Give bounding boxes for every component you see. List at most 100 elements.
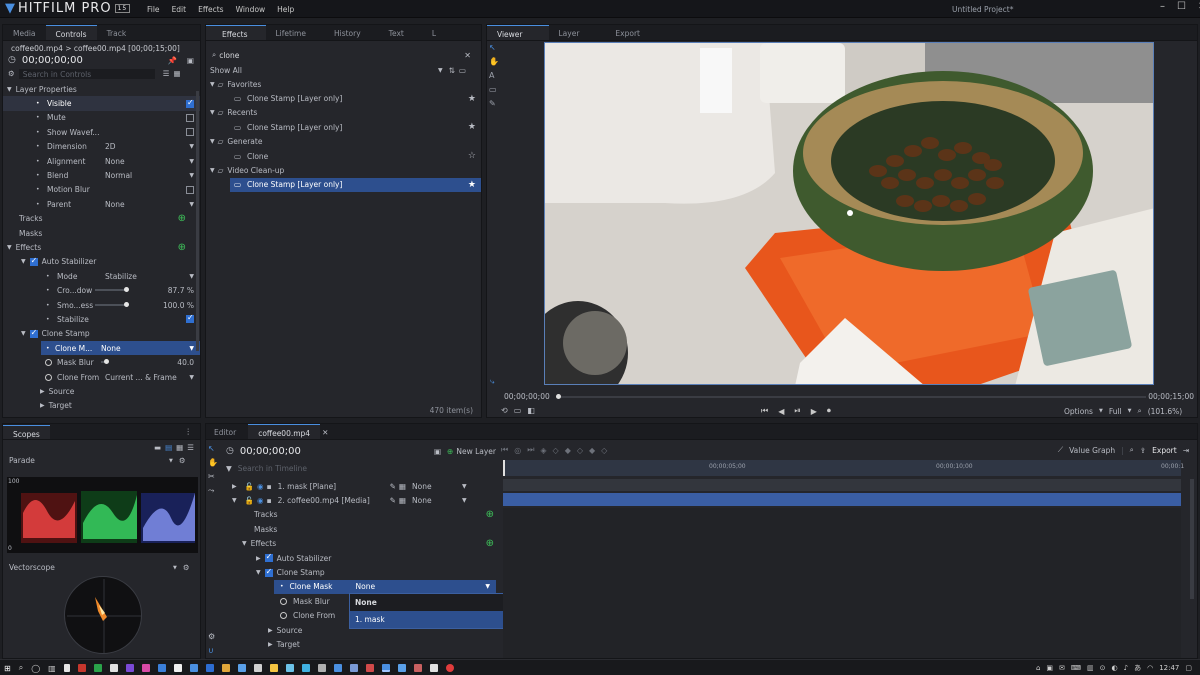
vectorscope-dropdown[interactable]: Vectorscope [9, 563, 173, 572]
value-graph-button[interactable]: Value Graph [1069, 446, 1115, 455]
panel-toggle-icon[interactable]: ▣ [187, 56, 194, 65]
layout-list-icon[interactable]: ☰ [187, 443, 194, 452]
auto-stabilizer-checkbox[interactable] [264, 552, 273, 563]
star-outline-icon[interactable]: ☆ [468, 151, 476, 161]
clone-mask-row[interactable]: • Clone M... None ▼ [41, 341, 200, 356]
folder-icon[interactable]: ▭ [459, 66, 466, 75]
dropdown-arrow-icon[interactable]: ▼ [438, 67, 443, 74]
radio-icon[interactable] [280, 597, 287, 605]
timeline-search-input[interactable]: Search in Timeline [238, 464, 307, 473]
effects-row[interactable]: ▼ Effects ⊕ [3, 240, 200, 254]
zoom-icon[interactable]: ⌕ [1138, 406, 1142, 416]
tracks-row[interactable]: Tracks ⊕ [3, 212, 200, 226]
layer-row[interactable]: ▶ 🔓 ◉ ▪ 1. mask [Plane] ✎ ▦ None ▼ [226, 479, 496, 493]
clone-mask-row[interactable]: • Clone Mask None ▼ [274, 579, 496, 595]
app-icon[interactable] [237, 664, 246, 672]
mute-checkbox[interactable] [186, 113, 194, 122]
dropdown-option-none[interactable]: None [350, 594, 509, 611]
effect-item[interactable]: ▭ Clone ☆ [206, 149, 481, 163]
export-button[interactable]: Export [1152, 446, 1177, 455]
eye-icon[interactable]: ◉ [257, 482, 264, 491]
app-icon[interactable] [205, 664, 214, 672]
tab-history[interactable]: History [324, 25, 379, 40]
marker-icon[interactable]: ◇ [553, 446, 559, 455]
app-icon[interactable] [141, 664, 150, 672]
tab-track[interactable]: Track [97, 25, 137, 40]
target-row[interactable]: ▶ Target [226, 637, 496, 651]
auto-stabilizer-row[interactable]: ▼Auto Stabilizer [3, 255, 200, 269]
timecode[interactable]: 00;00;00;00 [22, 55, 83, 66]
windows-start-icon[interactable]: ⊞ [4, 664, 11, 673]
taskview-grid-icon[interactable]: ▥ [48, 664, 56, 673]
prop-show-waveform[interactable]: • Show Wavef... [3, 125, 200, 139]
motion-blur-checkbox[interactable] [186, 185, 194, 194]
menu-edit[interactable]: Edit [172, 5, 187, 14]
prop-blend[interactable]: • Blend Normal ▼ [3, 168, 200, 182]
magnet-icon[interactable]: ∪ [208, 646, 214, 655]
viewer-scrubber[interactable] [556, 394, 1146, 399]
marker-icon[interactable]: ◇ [601, 446, 607, 455]
add-effect-icon[interactable]: ⊕ [178, 242, 186, 253]
app-icon[interactable] [269, 664, 278, 672]
snap-icon[interactable]: ◈ [540, 446, 546, 455]
play-pause-icon[interactable]: ⏯ [794, 406, 800, 416]
pin-icon[interactable]: 📌 [168, 56, 177, 65]
timeline-timecode[interactable]: 00;00;00;00 [240, 446, 301, 457]
scrollbar[interactable] [196, 91, 199, 351]
app-icon[interactable] [285, 664, 294, 672]
eye-icon[interactable]: ◉ [257, 496, 264, 505]
tab-scopes[interactable]: Scopes [3, 424, 50, 439]
mask-blur-row[interactable]: Mask Blur 40.0 [3, 355, 200, 369]
track-media-bar[interactable] [503, 493, 1181, 506]
app-icon[interactable] [253, 664, 262, 672]
app-icon[interactable] [125, 664, 134, 672]
grid-view-icon[interactable]: ▦ [173, 69, 180, 78]
select-tool-icon[interactable]: ↖ [489, 43, 499, 52]
add-track-icon[interactable]: ⊕ [178, 213, 186, 224]
zoom-fit-icon[interactable]: ⌕ [1130, 445, 1134, 455]
clone-stamp-row[interactable]: ▼Clone Stamp [226, 565, 496, 579]
track-scrollbar[interactable] [1190, 479, 1194, 599]
masks-row[interactable]: Masks [3, 226, 200, 240]
mask-tool-icon[interactable]: ▭ [489, 85, 499, 94]
source-row[interactable]: ▶ Source [3, 384, 200, 398]
app-icon[interactable] [221, 664, 230, 672]
chevron-down-icon[interactable]: ▼ [169, 458, 173, 464]
layout-quad-icon[interactable]: ▦ [176, 443, 183, 452]
tray-icon[interactable]: ⌨ [1071, 664, 1081, 672]
waveform-checkbox[interactable] [186, 128, 194, 137]
effect-item-selected[interactable]: ▭ Clone Stamp [Layer only] ★ [230, 177, 481, 193]
dropdown-arrow-icon[interactable]: ▼ [189, 345, 194, 352]
visible-checkbox[interactable] [186, 98, 194, 108]
drag-handle-icon[interactable]: ⋮ [185, 427, 193, 436]
tab-controls[interactable]: Controls [45, 25, 97, 40]
next-keyframe-icon[interactable]: ⏭ [527, 445, 534, 455]
text-tool-icon[interactable]: A [489, 71, 499, 80]
clone-stamp-checkbox[interactable] [264, 567, 273, 577]
volume-icon[interactable]: ♪ [1124, 664, 1128, 672]
auto-stabilizer-row[interactable]: ▶Auto Stabilizer [226, 551, 496, 565]
notification-icon[interactable]: ▢ [1185, 664, 1192, 672]
app-icon[interactable] [189, 664, 198, 672]
tab-lifetime[interactable]: Lifetime [266, 25, 324, 40]
app-icon[interactable] [365, 664, 374, 672]
playhead[interactable] [503, 460, 505, 476]
task-view-icon[interactable]: ◯ [31, 664, 40, 673]
target-row[interactable]: ▶ Target [3, 399, 200, 413]
chevron-down-icon[interactable]: ▼ [173, 565, 177, 571]
masks-row[interactable]: Masks [226, 522, 496, 536]
app-icon[interactable] [429, 664, 438, 672]
dropdown-arrow-icon[interactable]: ▼ [462, 497, 467, 504]
radio-icon[interactable] [45, 373, 52, 381]
app-icon[interactable] [301, 664, 310, 672]
tracks-row[interactable]: Tracks ⊕ [226, 508, 496, 522]
tab-overflow[interactable]: L [422, 25, 446, 40]
menu-effects[interactable]: Effects [198, 5, 224, 14]
gear-icon[interactable]: ⚙ [183, 563, 190, 572]
search-input[interactable]: Search in Controls [18, 68, 155, 79]
stabilize-checkbox[interactable] [186, 313, 194, 324]
edit-icon[interactable]: ✎ [390, 496, 396, 505]
dropdown-arrow-icon[interactable]: ▼ [189, 374, 194, 381]
track-mask-bar[interactable] [503, 479, 1181, 491]
app-icon[interactable] [349, 664, 358, 672]
